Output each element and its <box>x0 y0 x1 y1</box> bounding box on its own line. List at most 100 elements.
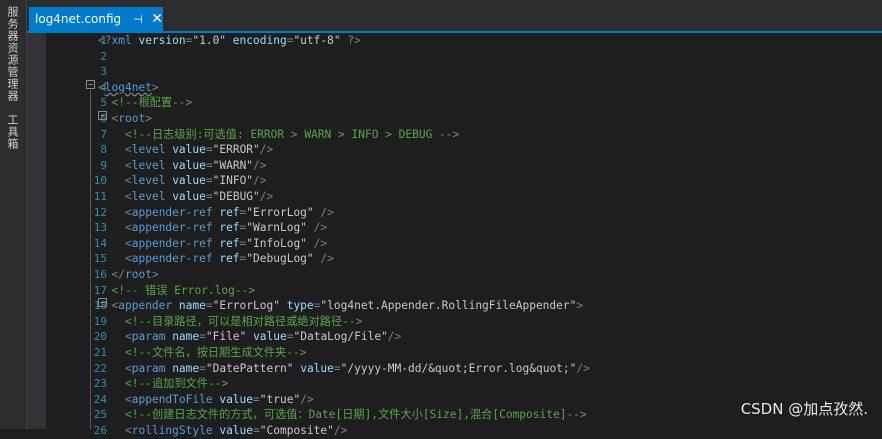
code-token: <!--文件名，按日期生成文件夹--> <box>125 346 307 359</box>
code-editor[interactable]: 1 2 3 4 5 6 7 8 9 10 11 12 13 14 15 16 17 18 19 20 21 22 23 24 2… <box>27 33 882 437</box>
code-line[interactable]: <!--日志级别:可选值: ERROR > WARN > INFO > DEBU… <box>125 127 459 143</box>
code-token: root <box>124 268 152 281</box>
collapse-toggle-log4net[interactable]: − <box>86 80 95 89</box>
code-area[interactable]: <?xml version="1.0" encoding="utf-8" ?> <… <box>98 33 878 437</box>
code-token: "1.0" <box>192 34 227 47</box>
code-token: "ErrorLog" <box>246 205 314 219</box>
code-token: < <box>125 392 132 406</box>
code-token: < <box>125 424 132 437</box>
code-token: < <box>125 174 132 188</box>
code-token: = <box>253 392 260 406</box>
pin-icon[interactable]: ⊣ <box>133 13 143 26</box>
code-token: < <box>125 361 132 375</box>
code-line[interactable]: <!--根配置--> <box>112 95 193 111</box>
code-line[interactable]: <!--追加到文件--> <box>125 376 228 392</box>
code-token: "INFO" <box>212 174 254 188</box>
code-token: type <box>286 299 314 313</box>
code-line[interactable]: </root> <box>112 267 159 283</box>
code-token: <? <box>98 34 112 47</box>
code-token: /> <box>253 174 267 188</box>
code-token: <!--目录路径，可以是相对路径或绝对路径--> <box>125 314 363 328</box>
code-token: name <box>172 361 200 375</box>
code-token: value <box>253 330 287 344</box>
code-line[interactable]: <level value="INFO"/> <box>125 173 267 189</box>
code-line[interactable]: <param name="DatePattern" value="/yyyy-M… <box>125 361 590 377</box>
code-token: "Composite" <box>259 424 334 437</box>
code-token: appender <box>118 299 173 313</box>
close-icon[interactable]: ✕ <box>151 12 163 26</box>
code-token: </ <box>111 268 125 281</box>
code-token: /> <box>300 392 314 406</box>
code-line[interactable]: <appendToFile value="true"/> <box>125 392 314 408</box>
code-token: ref <box>219 221 240 235</box>
code-token: /> <box>259 190 274 203</box>
code-line[interactable]: <?xml version="1.0" encoding="utf-8" ?> <box>98 33 361 49</box>
code-token: < <box>125 143 132 157</box>
code-line[interactable]: <rollingStyle value="Composite"/> <box>125 423 347 439</box>
code-token: = <box>205 174 213 188</box>
code-line[interactable]: <appender-ref ref="WarnLog" /> <box>125 220 327 236</box>
code-line[interactable]: <appender-ref ref="ErrorLog" /> <box>125 205 334 221</box>
code-line[interactable]: <!--文件名，按日期生成文件夹--> <box>125 345 306 361</box>
code-token: /> <box>333 424 348 437</box>
code-token: = <box>286 330 294 344</box>
code-token: value <box>172 190 206 203</box>
code-line[interactable]: <level value="DEBUG"/> <box>125 189 273 205</box>
code-token: appender-ref <box>131 221 213 235</box>
code-token: ref <box>219 205 240 219</box>
code-line[interactable]: <appender-ref ref="InfoLog" /> <box>125 236 327 252</box>
code-line[interactable]: <level value="ERROR"/> <box>125 142 273 158</box>
code-token: /> <box>320 252 334 266</box>
code-token: <!--创建日志文件的方式，可选值：Date[日期],文件大小[Size],混合… <box>125 408 587 422</box>
server-explorer-tab[interactable]: 服务器资源管理器 <box>4 6 20 102</box>
code-token: = <box>199 361 206 375</box>
code-token: "InfoLog" <box>246 236 307 250</box>
code-token: "File" <box>205 330 247 344</box>
code-token: < <box>125 190 132 203</box>
code-line[interactable]: <root> <box>112 111 152 127</box>
code-token: value <box>219 424 254 437</box>
document-tab-label: log4net.config <box>35 12 122 26</box>
code-token: "ERROR" <box>212 143 260 157</box>
code-token: < <box>125 221 132 235</box>
code-token: < <box>98 80 105 94</box>
code-token: ?> <box>347 34 361 47</box>
code-token: appender-ref <box>131 205 213 219</box>
code-line[interactable]: <appender name="ErrorLog" type="log4net.… <box>112 298 584 314</box>
code-token: "ErrorLog" <box>212 299 280 313</box>
document-tab[interactable]: log4net.config ⊣ ✕ <box>29 7 163 31</box>
code-token: <!--根配置--> <box>111 96 193 110</box>
code-line[interactable]: <appender-ref ref="DebugLog" /> <box>125 251 334 267</box>
code-token: "DEBUG" <box>212 190 260 203</box>
toolbox-tab[interactable]: 工具箱 <box>4 114 20 150</box>
code-token: < <box>125 330 132 344</box>
code-token: "log4net.Appender.RollingFileAppender" <box>320 299 577 313</box>
code-token: /> <box>253 158 267 172</box>
code-line[interactable]: <log4net> <box>98 80 159 96</box>
code-line[interactable]: <!-- 错误 Error.log--> <box>112 283 256 299</box>
code-token: encoding <box>232 34 287 47</box>
code-token: param <box>131 330 166 344</box>
code-token: /> <box>313 236 328 250</box>
outlining-margin: − − − <box>85 33 107 429</box>
code-token: > <box>145 112 152 125</box>
code-line[interactable]: <level value="WARN"/> <box>125 158 267 174</box>
code-token: = <box>205 190 213 203</box>
code-line[interactable]: <!--目录路径，可以是相对路径或绝对路径--> <box>125 314 362 330</box>
code-line[interactable]: <!--创建日志文件的方式，可选值：Date[日期],文件大小[Size],混合… <box>125 407 587 423</box>
code-token: = <box>333 361 341 375</box>
code-token: root <box>118 112 146 125</box>
code-token: param <box>131 361 166 375</box>
code-token: /> <box>259 143 274 157</box>
code-token: name <box>178 299 206 313</box>
code-token: < <box>125 236 132 250</box>
code-token: < <box>125 205 132 219</box>
code-token: ref <box>219 236 240 250</box>
code-token: /> <box>313 221 328 235</box>
code-token: value <box>219 392 254 406</box>
code-token: value <box>172 158 206 172</box>
side-tool-strip: 服务器资源管理器 工具箱 <box>0 0 27 429</box>
code-token: /> <box>387 330 402 344</box>
code-line[interactable]: <param name="File" value="DataLog/File"/… <box>125 329 401 345</box>
